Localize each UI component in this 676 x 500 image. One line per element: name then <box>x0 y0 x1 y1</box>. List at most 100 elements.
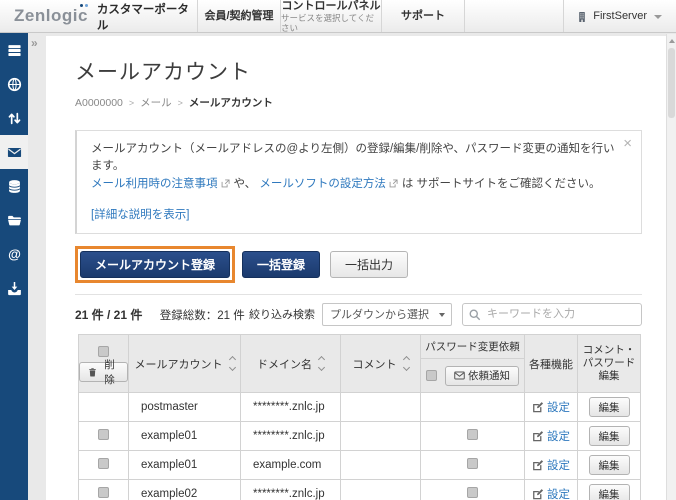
section-divider <box>75 294 642 295</box>
edit-button[interactable]: 編集 <box>588 484 630 500</box>
notice-line1: メールアカウント（メールアドレスの@より左側）の登録/編集/削除や、パスワード変… <box>91 143 615 172</box>
password-select-all-checkbox[interactable] <box>426 370 437 381</box>
breadcrumb-separator: > <box>128 98 135 108</box>
click-highlight-box: メールアカウント登録 <box>75 246 236 283</box>
settings-link[interactable]: 設定 <box>532 428 570 444</box>
sidebar-item-database[interactable] <box>0 169 28 203</box>
sort-asc-icon[interactable] <box>402 355 410 364</box>
sidebar-expand-icon[interactable]: » <box>31 36 38 50</box>
sort-desc-icon[interactable] <box>402 363 410 372</box>
settings-link[interactable]: 設定 <box>532 486 570 500</box>
breadcrumb-item[interactable]: メール <box>140 97 172 109</box>
sidebar-item-globe[interactable] <box>0 67 28 101</box>
edit-button[interactable]: 編集 <box>588 397 630 417</box>
comment-edit-cell: 編集 <box>577 392 641 422</box>
comment-cell <box>340 421 421 451</box>
sort-icons[interactable] <box>402 355 410 372</box>
mail-account-table: 削除 メールアカウント ドメイン名 コメント パスワード変更依頼 依頼通知 各種… <box>78 334 641 500</box>
edit-button[interactable]: 編集 <box>588 426 630 446</box>
mail-account-cell: example01 <box>128 450 241 480</box>
nav-control-panel[interactable]: コントロールパネル サービスを選択してください <box>280 0 381 33</box>
request-notify-button[interactable]: 依頼通知 <box>445 365 519 386</box>
sidebar-item-folder[interactable] <box>0 203 28 237</box>
settings-link[interactable]: 設定 <box>532 457 570 473</box>
header-mail-account[interactable]: メールアカウント <box>128 334 241 393</box>
header-functions: 各種機能 <box>524 334 578 393</box>
mail-account-register-button[interactable]: メールアカウント登録 <box>80 251 231 278</box>
sort-icons[interactable] <box>317 355 326 372</box>
notice-link-mail-setup[interactable]: メールソフトの設定方法 <box>259 178 386 190</box>
header-domain[interactable]: ドメイン名 <box>240 334 341 393</box>
header-delete: 削除 <box>78 334 129 393</box>
table-body: postmaster ********.znlc.jp 設定 編集 exampl… <box>78 392 641 500</box>
row-password-request-checkbox[interactable] <box>467 429 478 440</box>
select-all-checkbox[interactable] <box>98 345 109 357</box>
comment-edit-cell: 編集 <box>577 450 641 480</box>
scroll-up-icon[interactable] <box>669 39 675 43</box>
building-icon <box>576 10 588 22</box>
logo-dot-icon <box>80 4 83 7</box>
notice-link-precautions[interactable]: メール利用時の注意事項 <box>91 178 218 190</box>
record-counts: 21 件 / 21 件 登録総数：21 件 <box>75 307 245 322</box>
zenlogic-logo[interactable]: Zenlogic カスタマーポータル <box>0 0 197 32</box>
breadcrumb: A0000000 > メール > メールアカウント <box>75 95 642 110</box>
breadcrumb-item[interactable]: A0000000 <box>75 97 123 109</box>
search-input[interactable] <box>462 302 642 326</box>
sort-icons[interactable] <box>228 355 236 372</box>
settings-link[interactable]: 設定 <box>532 399 570 415</box>
delete-checkbox-cell <box>78 450 129 480</box>
domain-cell: ********.znlc.jp <box>240 421 341 451</box>
globe-icon <box>7 77 22 92</box>
header-password-request: パスワード変更依頼 依頼通知 <box>420 334 525 393</box>
nav-support[interactable]: サポート <box>381 0 464 32</box>
sidebar-item-server-list[interactable] <box>0 33 28 67</box>
sidebar-item-transfer-arrows[interactable] <box>0 101 28 135</box>
delete-checkbox-cell <box>78 421 129 451</box>
header-comment-edit: コメント・ パスワード 編集 <box>577 334 641 393</box>
sort-desc-icon[interactable] <box>228 363 236 372</box>
page-title: メールアカウント <box>75 61 251 84</box>
close-icon[interactable]: × <box>623 136 632 151</box>
password-request-cell <box>420 392 525 422</box>
sort-asc-icon[interactable] <box>228 355 236 364</box>
filter-area: 絞り込み検索 プルダウンから選択 <box>249 302 642 326</box>
sidebar: @ <box>0 33 28 500</box>
external-link-icon <box>389 177 398 188</box>
row-delete-checkbox[interactable] <box>98 458 109 469</box>
table-row: example02 ********.znlc.jp 設定 編集 <box>78 479 641 500</box>
bulk-export-button[interactable]: 一括出力 <box>330 251 409 278</box>
vertical-scrollbar[interactable] <box>666 34 676 500</box>
delete-button[interactable]: 削除 <box>79 359 128 386</box>
server-list-icon <box>7 43 22 58</box>
show-detail-link[interactable]: [詳細な説明を表示] <box>91 209 189 221</box>
header-comment[interactable]: コメント <box>340 334 421 393</box>
sidebar-item-mail[interactable] <box>0 135 28 169</box>
sidebar-item-inbox-download[interactable] <box>0 271 28 305</box>
filter-select[interactable]: プルダウンから選択 <box>322 302 452 326</box>
action-buttons: メールアカウント登録 一括登録 一括出力 <box>75 246 642 283</box>
table-row: example01 example.com 設定 編集 <box>78 450 641 480</box>
bulk-register-button[interactable]: 一括登録 <box>242 251 321 278</box>
sidebar-item-at-sign[interactable]: @ <box>0 237 28 271</box>
logo-dot-icon <box>85 4 88 7</box>
row-delete-checkbox[interactable] <box>98 487 109 498</box>
edit-button[interactable]: 編集 <box>588 455 630 475</box>
sort-asc-icon[interactable] <box>317 355 326 364</box>
account-menu[interactable]: FirstServer <box>563 0 676 32</box>
comment-edit-cell: 編集 <box>577 479 641 500</box>
app-window: Zenlogic カスタマーポータル 会員/契約管理 コントロールパネル サービ… <box>0 0 676 500</box>
functions-cell: 設定 <box>524 450 578 480</box>
nav-member-contract[interactable]: 会員/契約管理 <box>197 0 280 32</box>
top-header: Zenlogic カスタマーポータル 会員/契約管理 コントロールパネル サービ… <box>0 0 676 33</box>
row-delete-checkbox[interactable] <box>98 429 109 440</box>
row-password-request-checkbox[interactable] <box>467 487 478 498</box>
scrollbar-thumb[interactable] <box>668 48 675 118</box>
sort-desc-icon[interactable] <box>317 363 326 372</box>
info-notice-box: メールアカウント（メールアドレスの@より左側）の登録/編集/削除や、パスワード変… <box>75 130 642 234</box>
brand-text: Zenlogic <box>14 4 88 25</box>
comment-cell <box>340 479 421 500</box>
nav-spacer <box>464 0 563 32</box>
chevron-down-icon <box>654 15 662 19</box>
row-password-request-checkbox[interactable] <box>467 458 478 469</box>
mail-account-cell: example02 <box>128 479 241 500</box>
